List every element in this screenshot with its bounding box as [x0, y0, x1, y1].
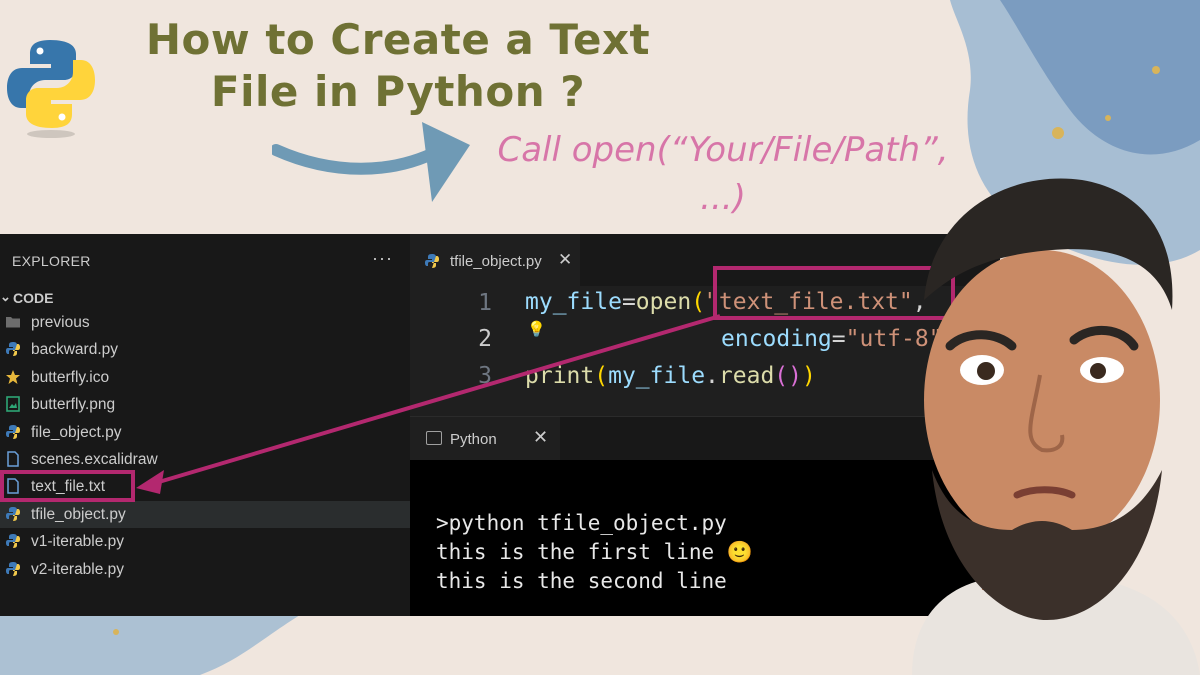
highlight-box-text-file [0, 470, 135, 502]
tab-label: tfile_object.py [450, 253, 542, 270]
file-item-v2-iterable-py[interactable]: v2-iterable.py [0, 556, 410, 583]
file-name: butterfly.png [31, 396, 116, 414]
file-name: previous [31, 314, 90, 331]
python-file-icon [425, 254, 439, 268]
folder-name: CODE [13, 290, 54, 306]
curved-arrow-icon [272, 122, 470, 202]
explorer-title: EXPLORER [12, 253, 91, 269]
file-name: butterfly.ico [31, 368, 110, 386]
star-icon [6, 369, 20, 384]
python-file-icon [6, 534, 20, 549]
python-logo-icon [7, 40, 95, 138]
terminal-line: >python tfile_object.py [436, 511, 727, 535]
code-token: encoding [721, 326, 832, 352]
python-file-icon [6, 424, 20, 439]
tab-tfile-object-py[interactable]: tfile_object.py ✕ [410, 234, 580, 286]
pointer-arrow-icon [136, 314, 721, 494]
file-name: v1-iterable.py [31, 533, 125, 551]
title-line-2: File in Python ? [210, 67, 586, 116]
image-file-icon [6, 396, 20, 412]
terminal-line: this is the first line 🙂 [436, 540, 753, 564]
file-name: backward.py [31, 341, 119, 359]
folder-icon [6, 317, 20, 328]
file-item-v1-iterable-py[interactable]: v1-iterable.py [0, 528, 410, 555]
python-file-icon [6, 506, 20, 521]
file-name: file_object.py [31, 423, 122, 441]
chevron-down-icon: ⌄ [0, 289, 11, 304]
presenter-portrait [912, 178, 1200, 675]
code-token: = [831, 326, 846, 352]
python-file-icon [6, 561, 20, 576]
code-token: () [774, 363, 802, 389]
title-line-1: How to Create a Text [145, 15, 651, 64]
code-token: ) [802, 363, 816, 389]
file-name: tfile_object.py [31, 505, 126, 523]
file-icon [7, 451, 19, 467]
close-tab-icon[interactable]: ✕ [558, 250, 572, 270]
file-name: v2-iterable.py [31, 560, 125, 578]
terminal-line: this is the second line [436, 569, 727, 593]
more-actions-icon[interactable]: ··· [372, 248, 393, 269]
python-file-icon [6, 342, 20, 357]
page-title: How to Create a Text File in Python ? [118, 14, 678, 118]
